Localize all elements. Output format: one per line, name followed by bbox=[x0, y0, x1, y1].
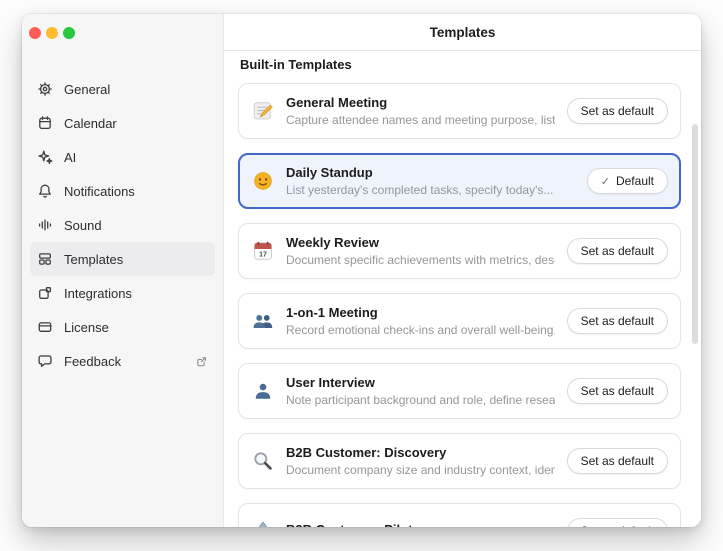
template-card[interactable]: Weekly Review Document specific achievem… bbox=[238, 223, 681, 279]
screen: General Calendar AI Notifications Sound … bbox=[0, 0, 723, 551]
template-list: General Meeting Capture attendee names a… bbox=[238, 83, 681, 527]
template-title: Daily Standup bbox=[286, 165, 575, 180]
templates-icon bbox=[37, 251, 53, 267]
sidebar-item-label: Sound bbox=[64, 218, 102, 233]
template-title: User Interview bbox=[286, 375, 555, 390]
set-default-button[interactable]: Set as default bbox=[567, 518, 668, 527]
default-button[interactable]: ✓ Default bbox=[587, 168, 668, 194]
sidebar-item-templates[interactable]: Templates bbox=[30, 242, 215, 276]
page-title: Templates bbox=[430, 25, 496, 40]
sidebar-nav: General Calendar AI Notifications Sound … bbox=[22, 39, 223, 378]
sidebar-item-license[interactable]: License bbox=[30, 310, 215, 344]
sidebar-item-integrations[interactable]: Integrations bbox=[30, 276, 215, 310]
template-title: B2B Customer: Pilot bbox=[286, 522, 555, 527]
settings-window: General Calendar AI Notifications Sound … bbox=[22, 14, 701, 527]
set-default-button[interactable]: Set as default bbox=[567, 238, 668, 264]
sidebar-item-label: General bbox=[64, 82, 110, 97]
titlebar: Templates bbox=[224, 14, 701, 51]
template-description: List yesterday's completed tasks, specif… bbox=[286, 183, 575, 197]
gear-icon bbox=[37, 81, 53, 97]
template-description: Note participant background and role, de… bbox=[286, 393, 555, 407]
integrations-icon bbox=[37, 285, 53, 301]
set-default-button[interactable]: Set as default bbox=[567, 448, 668, 474]
sidebar-item-feedback[interactable]: Feedback bbox=[30, 344, 215, 378]
zoom-button[interactable] bbox=[63, 27, 75, 39]
template-description: Record emotional check-ins and overall w… bbox=[286, 323, 555, 337]
window-controls bbox=[22, 14, 223, 39]
minimize-button[interactable] bbox=[46, 27, 58, 39]
sidebar-item-label: Templates bbox=[64, 252, 123, 267]
template-title: Weekly Review bbox=[286, 235, 555, 250]
people-icon bbox=[252, 310, 274, 332]
sidebar-item-sound[interactable]: Sound bbox=[30, 208, 215, 242]
calendar-icon bbox=[37, 115, 53, 131]
rocket-icon bbox=[252, 520, 274, 527]
sidebar-item-label: Integrations bbox=[64, 286, 132, 301]
sidebar: General Calendar AI Notifications Sound … bbox=[22, 14, 224, 527]
magnifier-icon bbox=[252, 450, 274, 472]
template-card[interactable]: Daily Standup List yesterday's completed… bbox=[238, 153, 681, 209]
template-title: 1-on-1 Meeting bbox=[286, 305, 555, 320]
section-heading: Built-in Templates bbox=[240, 57, 681, 73]
memo-icon bbox=[252, 100, 274, 122]
template-description: Document company size and industry conte… bbox=[286, 463, 555, 477]
external-link-icon bbox=[195, 355, 208, 368]
sidebar-item-notifications[interactable]: Notifications bbox=[30, 174, 215, 208]
sidebar-item-ai[interactable]: AI bbox=[30, 140, 215, 174]
sidebar-item-label: Notifications bbox=[64, 184, 135, 199]
scrollbar-thumb[interactable] bbox=[692, 124, 698, 344]
template-description: Document specific achievements with metr… bbox=[286, 253, 555, 267]
templates-scroll-area: Built-in Templates General Meeting Captu… bbox=[224, 51, 701, 527]
template-card[interactable]: General Meeting Capture attendee names a… bbox=[238, 83, 681, 139]
template-title: B2B Customer: Discovery bbox=[286, 445, 555, 460]
template-description: Capture attendee names and meeting purpo… bbox=[286, 113, 555, 127]
template-card[interactable]: User Interview Note participant backgrou… bbox=[238, 363, 681, 419]
calendar17-icon bbox=[252, 240, 274, 262]
smiley-icon bbox=[252, 170, 274, 192]
set-default-button[interactable]: Set as default bbox=[567, 378, 668, 404]
person-icon bbox=[252, 380, 274, 402]
close-button[interactable] bbox=[29, 27, 41, 39]
sidebar-item-calendar[interactable]: Calendar bbox=[30, 106, 215, 140]
sidebar-item-label: Calendar bbox=[64, 116, 117, 131]
sidebar-item-label: AI bbox=[64, 150, 76, 165]
template-card[interactable]: B2B Customer: Pilot Set as default bbox=[238, 503, 681, 527]
content-pane: Templates Built-in Templates General Mee… bbox=[224, 14, 701, 527]
check-icon: ✓ bbox=[601, 175, 610, 188]
sidebar-item-label: License bbox=[64, 320, 109, 335]
sparkles-icon bbox=[37, 149, 53, 165]
template-title: General Meeting bbox=[286, 95, 555, 110]
sidebar-item-label: Feedback bbox=[64, 354, 121, 369]
feedback-icon bbox=[37, 353, 53, 369]
template-card[interactable]: B2B Customer: Discovery Document company… bbox=[238, 433, 681, 489]
set-default-button[interactable]: Set as default bbox=[567, 98, 668, 124]
license-icon bbox=[37, 319, 53, 335]
template-card[interactable]: 1-on-1 Meeting Record emotional check-in… bbox=[238, 293, 681, 349]
sound-icon bbox=[37, 217, 53, 233]
bell-icon bbox=[37, 183, 53, 199]
sidebar-item-general[interactable]: General bbox=[30, 72, 215, 106]
set-default-button[interactable]: Set as default bbox=[567, 308, 668, 334]
